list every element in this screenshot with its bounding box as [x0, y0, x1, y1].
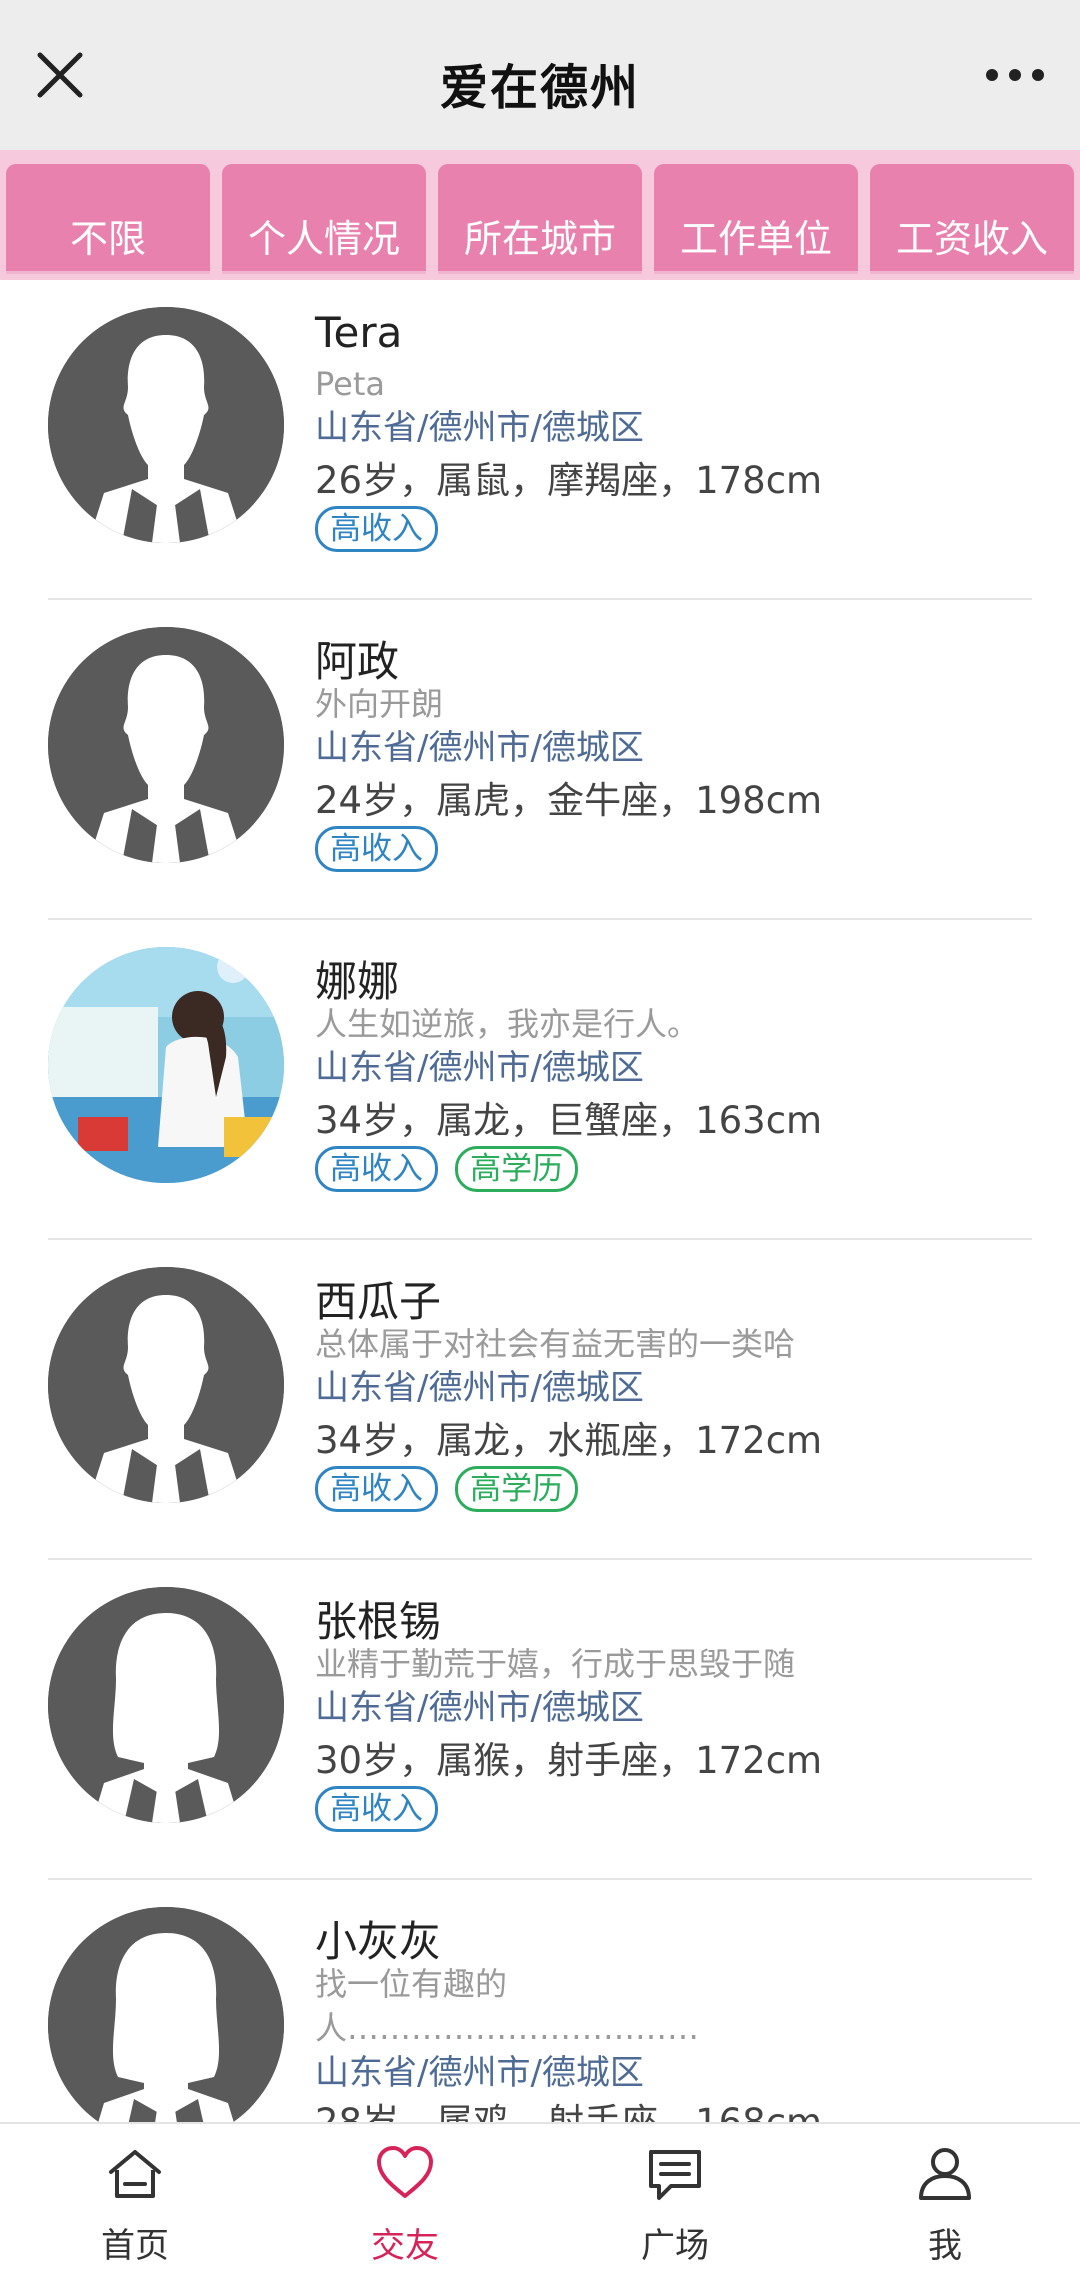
user-info: 28岁，属鸡，射手座，168cm: [315, 2092, 822, 2122]
page-title: 爱在德州: [439, 60, 640, 116]
user-card[interactable]: 娜娜 人生如逆旅，我亦是行人。 山东省/德州市/德城区 34岁，属龙，巨蟹座，1…: [0, 920, 1080, 1240]
male-silhouette-icon: [48, 1267, 284, 1503]
male-silhouette-icon: [48, 307, 284, 543]
avatar: [48, 307, 284, 543]
tag-high-income: 高收入: [315, 1146, 438, 1192]
user-list: Tera Peta 山东省/德州市/德城区 26岁，属鼠，摩羯座，178cm 高…: [0, 280, 1080, 2122]
user-tags: 高收入 高学历: [315, 1146, 590, 1192]
nav-me[interactable]: 我: [810, 2124, 1080, 2273]
top-bar: 爱在德州: [0, 0, 1080, 150]
user-tags: 高收入: [315, 506, 450, 552]
user-tags: 高收入 高学历: [315, 1466, 590, 1512]
nav-label: 我: [928, 2226, 962, 2266]
user-card[interactable]: 阿政 外向开朗 山东省/德州市/德城区 24岁，属虎，金牛座，198cm 高收入: [0, 600, 1080, 920]
filter-bar: 不限 个人情况 所在城市 工作单位 工资收入: [0, 150, 1080, 280]
nav-label: 首页: [101, 2226, 169, 2266]
user-info: 34岁，属龙，水瓶座，172cm: [315, 1419, 823, 1462]
user-card[interactable]: 张根锡 业精于勤荒于嬉，行成于思毁于随 山东省/德州市/德城区 30岁，属猴，射…: [0, 1560, 1080, 1880]
photo-avatar-icon: [48, 947, 284, 1183]
tag-high-education: 高学历: [455, 1466, 579, 1512]
avatar: [48, 627, 284, 863]
bottom-nav: 首页 交友 广场 我: [0, 2122, 1080, 2273]
user-info: 24岁，属虎，金牛座，198cm: [315, 779, 823, 822]
user-name: Tera: [315, 308, 403, 357]
user-name: 阿政: [315, 637, 400, 686]
user-location: 山东省/德州市/德城区: [315, 1048, 644, 1088]
user-name: 娜娜: [315, 957, 400, 1006]
nav-label: 广场: [641, 2226, 709, 2266]
filter-tab-city[interactable]: 所在城市: [438, 164, 642, 274]
user-card[interactable]: Tera Peta 山东省/德州市/德城区 26岁，属鼠，摩羯座，178cm 高…: [0, 280, 1080, 600]
tag-high-income: 高收入: [315, 1786, 438, 1832]
user-icon: [915, 2144, 975, 2204]
tag-high-income: 高收入: [315, 506, 438, 552]
user-card[interactable]: 西瓜子 总体属于对社会有益无害的一类哈 山东省/德州市/德城区 34岁，属龙，水…: [0, 1240, 1080, 1560]
nav-square[interactable]: 广场: [540, 2124, 810, 2273]
nav-friends[interactable]: 交友: [270, 2124, 540, 2273]
user-name: 小灰灰: [315, 1917, 442, 1966]
filter-tab-employer[interactable]: 工作单位: [654, 164, 858, 274]
user-tags: 高收入: [315, 1786, 450, 1832]
tag-high-education: 高学历: [455, 1146, 579, 1192]
heart-icon: [375, 2144, 435, 2204]
filter-tab-all[interactable]: 不限: [6, 164, 210, 274]
user-tags: 高收入: [315, 826, 450, 872]
nav-label: 交友: [371, 2226, 439, 2266]
user-name: 张根锡: [315, 1597, 442, 1646]
male-silhouette-icon: [48, 627, 284, 863]
female-silhouette-icon: [48, 1907, 284, 2122]
tag-high-income: 高收入: [315, 826, 438, 872]
user-info: 34岁，属龙，巨蟹座，163cm: [315, 1099, 823, 1142]
more-icon[interactable]: [980, 55, 1050, 95]
user-card[interactable]: 小灰灰 找一位有趣的人…………………………… 山东省/德州市/德城区 28岁，属…: [0, 1880, 1080, 2122]
avatar: [48, 947, 284, 1183]
nav-home[interactable]: 首页: [0, 2124, 270, 2273]
filter-tab-personal[interactable]: 个人情况: [222, 164, 426, 274]
user-location: 山东省/德州市/德城区: [315, 728, 644, 768]
home-icon: [105, 2144, 165, 2204]
user-location: 山东省/德州市/德城区: [315, 2053, 644, 2093]
avatar: [48, 1587, 284, 1823]
filter-tab-income[interactable]: 工资收入: [870, 164, 1074, 274]
user-info: 26岁，属鼠，摩羯座，178cm: [315, 459, 823, 502]
user-location: 山东省/德州市/德城区: [315, 1368, 644, 1408]
user-name: 西瓜子: [315, 1277, 442, 1326]
chat-icon: [645, 2144, 705, 2204]
user-location: 山东省/德州市/德城区: [315, 1688, 644, 1728]
user-info: 30岁，属猴，射手座，172cm: [315, 1739, 823, 1782]
avatar: [48, 1907, 284, 2122]
user-motto: 找一位有趣的人……………………………: [315, 1965, 700, 2047]
female-silhouette-icon: [48, 1587, 284, 1823]
avatar: [48, 1267, 284, 1503]
tag-high-income: 高收入: [315, 1466, 438, 1512]
user-location: 山东省/德州市/德城区: [315, 408, 644, 448]
